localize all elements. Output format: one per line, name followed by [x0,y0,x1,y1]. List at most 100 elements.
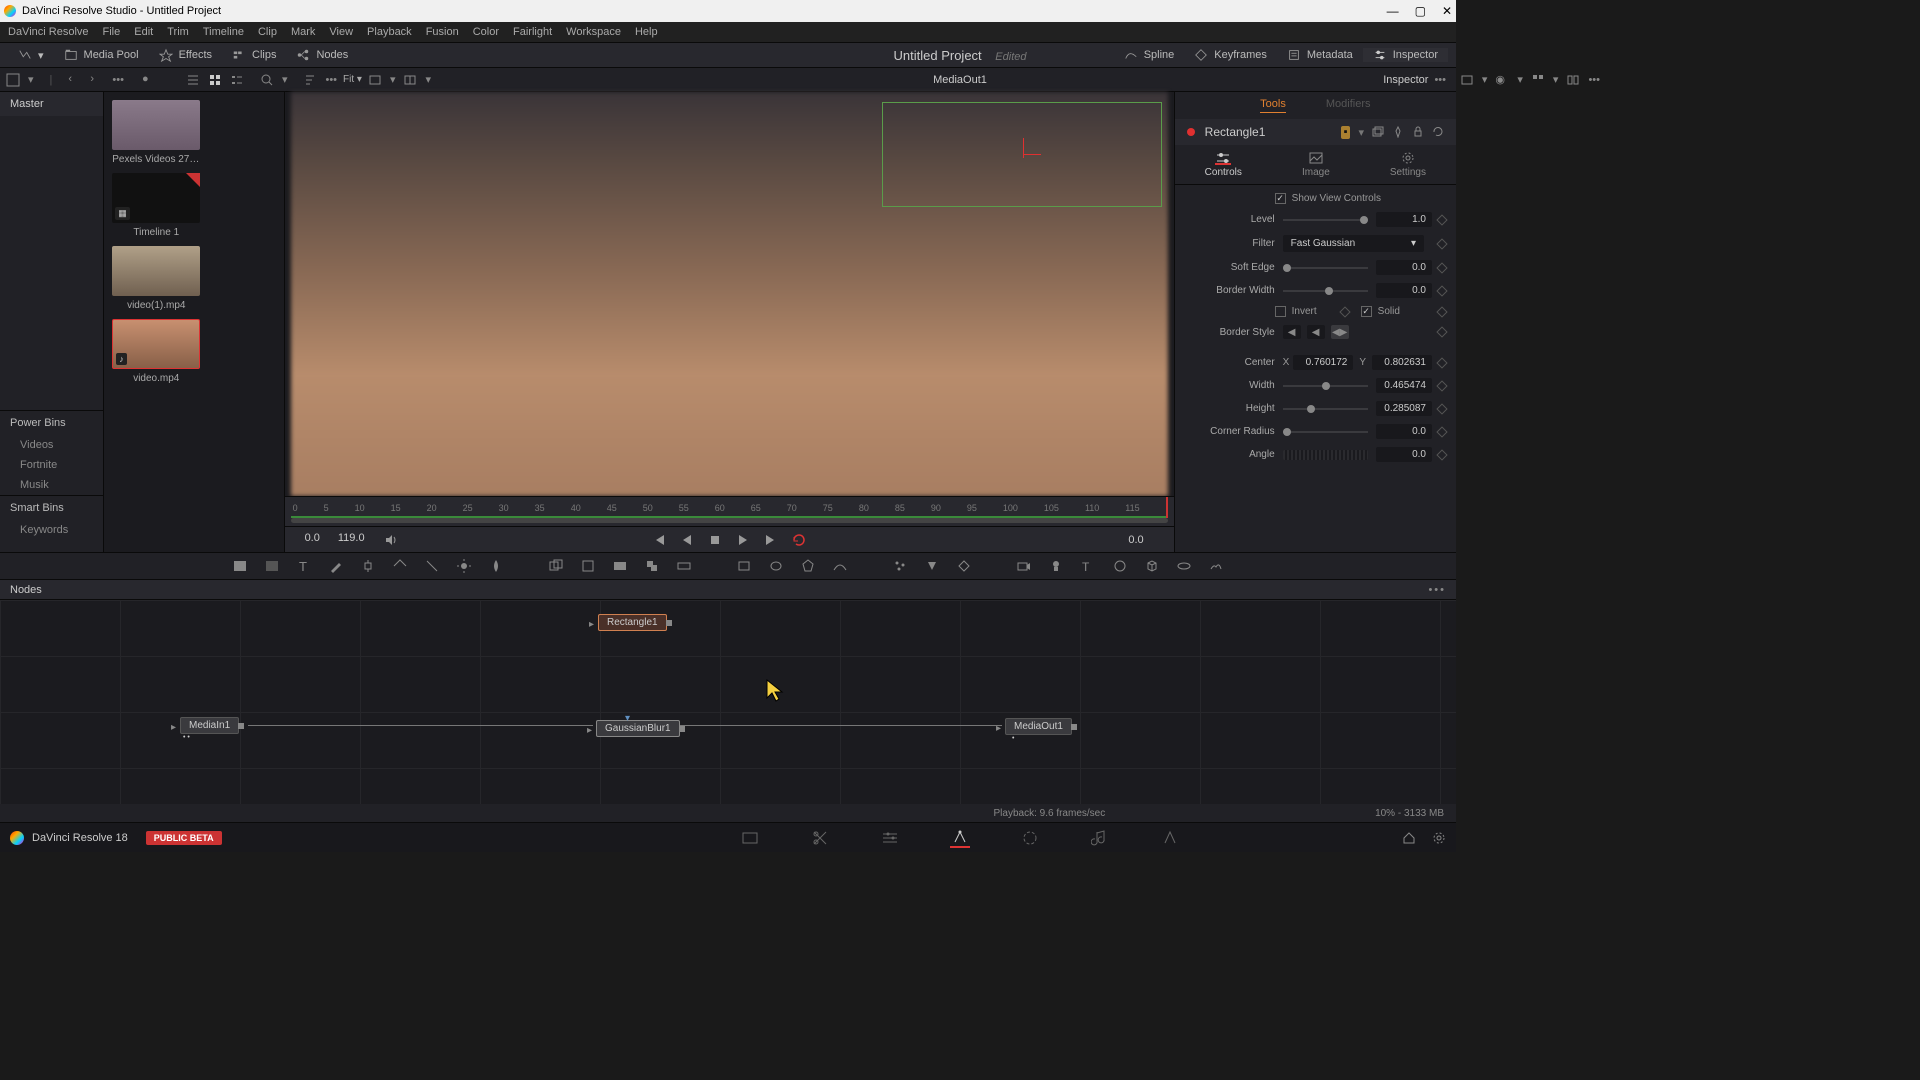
subtab-settings[interactable]: Settings [1378,151,1438,178]
center-y-value[interactable]: 0.802631 [1372,355,1432,370]
scrollbar[interactable] [291,518,1168,523]
deliver-page-icon[interactable] [1160,828,1180,848]
color-page-icon[interactable] [1020,828,1040,848]
keyframe-diamond-icon[interactable] [1339,306,1350,317]
solid-checkbox[interactable] [1361,306,1372,317]
camera-tool-icon[interactable] [1016,558,1032,574]
home-icon[interactable] [1402,831,1416,845]
tool-icon[interactable] [392,558,408,574]
play-button[interactable] [735,532,751,548]
fastnoise-tool-icon[interactable] [264,558,280,574]
brightness-tool-icon[interactable] [456,558,472,574]
layout-icon[interactable] [6,73,20,87]
menu-timeline[interactable]: Timeline [203,26,244,38]
sort-icon[interactable] [303,73,317,87]
forward-icon[interactable]: › [90,73,104,87]
g2-icon[interactable] [1531,73,1545,87]
rectangle-mask-icon[interactable] [736,558,752,574]
angle-wheel[interactable] [1283,450,1368,460]
border-style-2[interactable]: ◀ [1307,325,1325,339]
close-button[interactable]: ✕ [1442,4,1452,18]
center-x-value[interactable]: 0.760172 [1293,355,1353,370]
first-frame-button[interactable] [651,532,667,548]
nodes-button[interactable]: Nodes [286,48,358,62]
chevron-down-icon[interactable]: ▾ [1358,126,1364,139]
cube-tool-icon[interactable] [1144,558,1160,574]
tool-icon[interactable] [956,558,972,574]
keyframe-diamond-icon[interactable] [1436,262,1447,273]
keyframe-diamond-icon[interactable] [1436,214,1447,225]
maximize-button[interactable]: ▢ [1415,4,1426,18]
box2-icon[interactable] [403,73,417,87]
invert-checkbox[interactable] [1275,306,1286,317]
soft-edge-value[interactable]: 0.0 [1376,260,1432,275]
menu-edit[interactable]: Edit [134,26,153,38]
node-enabled-dot-icon[interactable] [1187,128,1195,136]
render-tool-icon[interactable] [1208,558,1224,574]
node-mediaout[interactable]: ▸ MediaOut1 • [1005,718,1072,735]
menu-mark[interactable]: Mark [291,26,315,38]
keyframe-diamond-icon[interactable] [1436,449,1447,460]
tool-icon[interactable] [424,558,440,574]
grid-view-icon[interactable] [1460,73,1474,87]
bspline-mask-icon[interactable] [832,558,848,574]
version-button[interactable]: ▪ [1341,126,1351,139]
menu-fusion[interactable]: Fusion [426,26,459,38]
viewer-canvas[interactable] [291,92,1168,496]
bin-fortnite[interactable]: Fortnite [0,455,103,475]
tool-icon[interactable] [1176,558,1192,574]
merge-tool-icon[interactable] [548,558,564,574]
background-tool-icon[interactable] [232,558,248,574]
time-ruler[interactable]: 0510152025303540455055606570758085909510… [285,496,1174,518]
menu-workspace[interactable]: Workspace [566,26,621,38]
inspector-button[interactable]: Inspector [1363,48,1448,62]
effects-button[interactable]: Effects [149,48,222,62]
menu-color[interactable]: Color [473,26,499,38]
play-reverse-button[interactable] [679,532,695,548]
light-tool-icon[interactable] [1048,558,1064,574]
view-grid-icon[interactable] [208,73,222,87]
keyframe-diamond-icon[interactable] [1436,403,1447,414]
show-view-controls-checkbox[interactable] [1275,193,1286,204]
subtab-controls[interactable]: Controls [1193,151,1254,178]
text-tool-icon[interactable]: T [296,558,312,574]
soft-edge-slider[interactable] [1283,267,1368,269]
height-slider[interactable] [1283,408,1368,410]
corner-radius-slider[interactable] [1283,431,1368,433]
keyframe-diamond-icon[interactable] [1436,380,1447,391]
pin-icon[interactable] [1392,126,1404,139]
dropdown-valley-icon[interactable]: ▾ [8,48,54,62]
spline-button[interactable]: Spline [1114,48,1185,62]
keyframe-diamond-icon[interactable] [1436,326,1447,337]
nodes-canvas[interactable]: ▸ MediaIn1 • • ▸ Rectangle1 ▸ ▾ Gaussian… [0,600,1456,804]
last-frame-button[interactable] [763,532,779,548]
ellipse-mask-icon[interactable] [768,558,784,574]
menu-davinci[interactable]: DaVinci Resolve [8,26,89,38]
split-icon[interactable] [1566,73,1580,87]
shape3d-tool-icon[interactable] [1112,558,1128,574]
node-rectangle[interactable]: ▸ Rectangle1 [598,614,667,631]
level-value[interactable]: 1.0 [1376,212,1432,227]
minimize-button[interactable]: — [1387,4,1399,18]
keyframe-diamond-icon[interactable] [1436,285,1447,296]
angle-value[interactable]: 0.0 [1376,447,1432,462]
menu-fairlight[interactable]: Fairlight [513,26,552,38]
blur-tool-icon[interactable] [488,558,504,574]
height-value[interactable]: 0.285087 [1376,401,1432,416]
metadata-button[interactable]: Metadata [1277,48,1363,62]
bin-videos[interactable]: Videos [0,435,103,455]
clips-button[interactable]: Clips [222,48,286,62]
search-icon[interactable] [260,73,274,87]
view-detail-icon[interactable] [230,73,244,87]
filter-dropdown[interactable]: Fast Gaussian▾ [1283,235,1424,252]
keyframe-diamond-icon[interactable] [1436,306,1447,317]
loop-button[interactable] [791,532,807,548]
box1-icon[interactable] [368,73,382,87]
clip-thumb-selected[interactable]: ♪ video.mp4 [112,319,200,384]
menu-trim[interactable]: Trim [167,26,189,38]
tracker-tool-icon[interactable] [360,558,376,574]
level-slider[interactable] [1283,219,1368,221]
menu-playback[interactable]: Playback [367,26,412,38]
dot-icon[interactable]: ● [142,73,156,87]
matte-tool-icon[interactable] [612,558,628,574]
